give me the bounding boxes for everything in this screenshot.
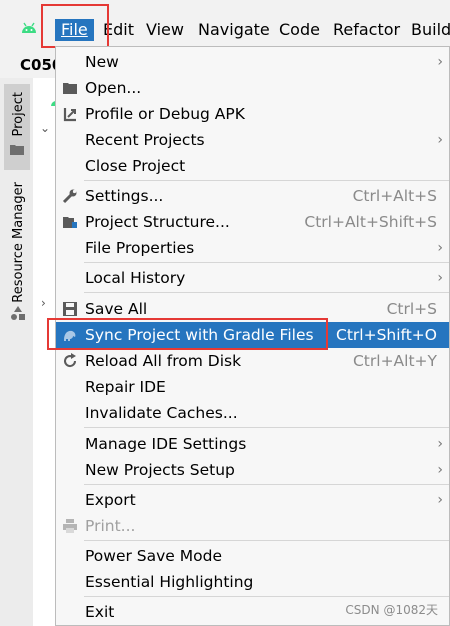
project-tree-gutter bbox=[33, 78, 55, 626]
menu-item-label: File Properties bbox=[85, 239, 195, 257]
chevron-right-icon: › bbox=[437, 270, 443, 286]
menu-item-file-properties[interactable]: File Properties › bbox=[56, 235, 449, 261]
menu-item-label: Power Save Mode bbox=[85, 547, 222, 565]
shortcut-label: Ctrl+Alt+S bbox=[352, 187, 437, 205]
menu-item-recent-projects[interactable]: Recent Projects › bbox=[56, 127, 449, 153]
wrench-icon bbox=[62, 189, 77, 204]
menu-item-project-structure[interactable]: Project Structure... Ctrl+Alt+Shift+S bbox=[56, 209, 449, 235]
debug-apk-icon bbox=[63, 108, 76, 122]
menu-separator bbox=[84, 180, 449, 181]
menu-item-close-project[interactable]: Close Project bbox=[56, 153, 449, 179]
menu-item-label: Print... bbox=[85, 517, 136, 535]
tab-resource-manager[interactable]: Resource Manager bbox=[11, 182, 26, 303]
shortcut-label: Ctrl+Alt+Shift+S bbox=[304, 213, 437, 231]
menu-separator bbox=[84, 427, 449, 428]
menu-item-label: Local History bbox=[85, 269, 186, 287]
android-icon bbox=[22, 22, 36, 33]
menu-code[interactable]: Code bbox=[279, 19, 320, 41]
menu-item-open[interactable]: Open... bbox=[56, 75, 449, 101]
shortcut-label: Ctrl+Shift+O bbox=[336, 326, 437, 344]
file-menu-highlight-box bbox=[41, 4, 109, 48]
sync-gradle-highlight-box bbox=[47, 318, 328, 350]
menu-separator bbox=[84, 596, 449, 597]
menu-item-print: Print... bbox=[56, 513, 449, 539]
menu-separator bbox=[84, 540, 449, 541]
menu-item-label: Profile or Debug APK bbox=[85, 105, 245, 123]
menu-separator bbox=[84, 484, 449, 485]
folder-icon bbox=[63, 83, 77, 94]
menu-item-local-history[interactable]: Local History › bbox=[56, 265, 449, 291]
menu-item-label: Open... bbox=[85, 79, 142, 97]
menu-item-settings[interactable]: Settings... Ctrl+Alt+S bbox=[56, 183, 449, 209]
menu-item-label: Project Structure... bbox=[85, 213, 230, 231]
menu-item-label: Repair IDE bbox=[85, 378, 166, 396]
shortcut-label: Ctrl+S bbox=[386, 300, 437, 318]
resource-manager-icon bbox=[11, 306, 25, 320]
menu-separator bbox=[84, 292, 449, 293]
chevron-right-icon: › bbox=[437, 436, 443, 452]
menu-navigate[interactable]: Navigate bbox=[198, 19, 270, 41]
menu-view[interactable]: View bbox=[146, 19, 184, 41]
chevron-right-icon: › bbox=[437, 132, 443, 148]
menu-item-label: Settings... bbox=[85, 187, 164, 205]
menu-build[interactable]: Build bbox=[411, 19, 450, 41]
tab-project-label: Project bbox=[11, 92, 26, 137]
menu-item-label: Exit bbox=[85, 603, 115, 621]
project-structure-icon bbox=[63, 217, 77, 228]
menu-refactor[interactable]: Refactor bbox=[333, 19, 400, 41]
watermark: CSDN @1082天 bbox=[345, 603, 438, 617]
menu-item-manage-ide-settings[interactable]: Manage IDE Settings › bbox=[56, 431, 449, 457]
menu-item-label: Recent Projects bbox=[85, 131, 205, 149]
menu-item-label: New Projects Setup bbox=[85, 461, 235, 479]
menu-item-export[interactable]: Export › bbox=[56, 487, 449, 513]
menu-item-label: Close Project bbox=[85, 157, 186, 175]
menu-item-new[interactable]: New › bbox=[56, 49, 449, 75]
chevron-right-icon[interactable]: › bbox=[41, 296, 46, 310]
chevron-down-icon[interactable]: ⌄ bbox=[40, 121, 50, 135]
menu-item-label: Invalidate Caches... bbox=[85, 404, 238, 422]
menu-item-label: New bbox=[85, 53, 119, 71]
menu-item-reload-from-disk[interactable]: Reload All from Disk Ctrl+Alt+Y bbox=[56, 348, 449, 374]
menu-item-label: Manage IDE Settings bbox=[85, 435, 247, 453]
menu-item-label: Essential Highlighting bbox=[85, 573, 254, 591]
menu-item-power-save-mode[interactable]: Power Save Mode bbox=[56, 543, 449, 569]
chevron-right-icon: › bbox=[437, 54, 443, 70]
folder-icon bbox=[10, 145, 24, 155]
printer-icon bbox=[63, 519, 77, 533]
chevron-right-icon: › bbox=[437, 462, 443, 478]
reload-icon bbox=[64, 353, 77, 368]
menu-item-label: Reload All from Disk bbox=[85, 352, 242, 370]
menu-item-profile-debug-apk[interactable]: Profile or Debug APK bbox=[56, 101, 449, 127]
menu-item-repair-ide[interactable]: Repair IDE bbox=[56, 374, 449, 400]
chevron-right-icon: › bbox=[437, 240, 443, 256]
menu-item-invalidate-caches[interactable]: Invalidate Caches... bbox=[56, 400, 449, 426]
save-icon bbox=[63, 302, 77, 316]
menu-item-label: Export bbox=[85, 491, 136, 509]
menu-item-new-projects-setup[interactable]: New Projects Setup › bbox=[56, 457, 449, 483]
shortcut-label: Ctrl+Alt+Y bbox=[352, 352, 437, 370]
chevron-right-icon: › bbox=[437, 492, 443, 508]
menu-separator bbox=[84, 262, 449, 263]
menu-item-essential-highlighting[interactable]: Essential Highlighting bbox=[56, 569, 449, 595]
